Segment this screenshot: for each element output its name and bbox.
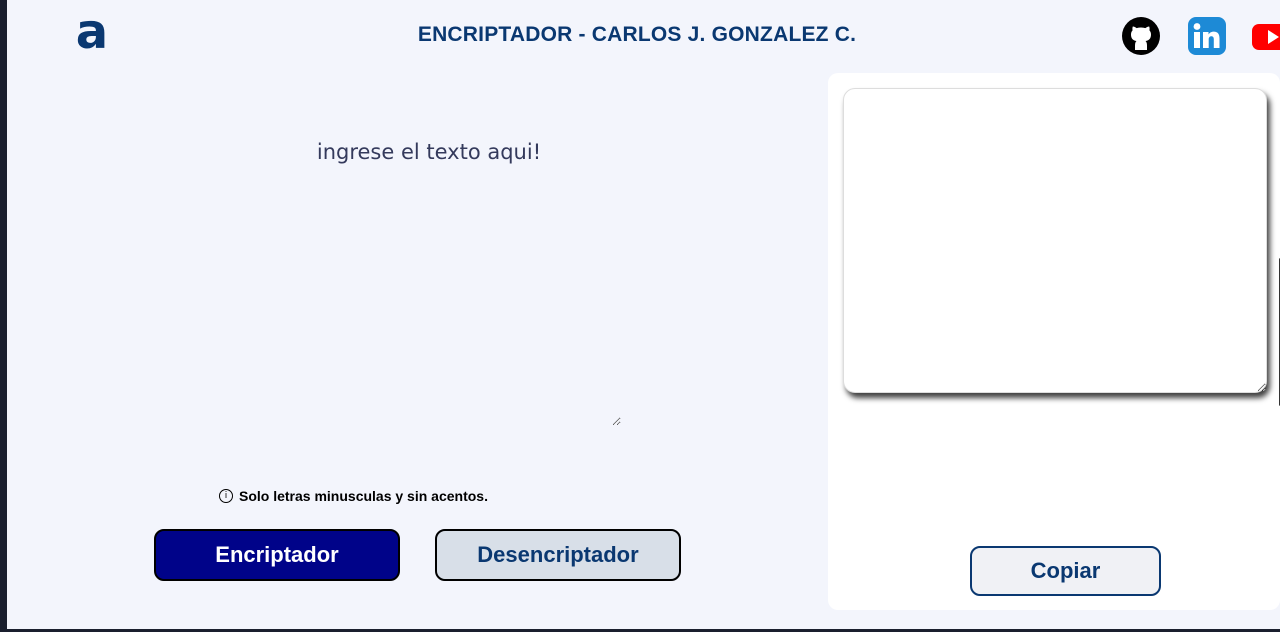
encrypt-button[interactable]: Encriptador bbox=[154, 529, 400, 581]
decrypt-button[interactable]: Desencriptador bbox=[435, 529, 681, 581]
logo[interactable]: a bbox=[68, 4, 116, 60]
github-icon[interactable] bbox=[1121, 16, 1161, 56]
youtube-icon[interactable] bbox=[1252, 16, 1280, 56]
hint-text: Solo letras minusculas y sin acentos. bbox=[239, 488, 488, 504]
page-title: ENCRIPTADOR - CARLOS J. GONZALEZ C. bbox=[417, 23, 857, 46]
hint-message: i Solo letras minusculas y sin acentos. bbox=[219, 488, 488, 504]
page: a ENCRIPTADOR - CARLOS J. GONZALEZ C. i … bbox=[7, 0, 1280, 629]
copy-button[interactable]: Copiar bbox=[970, 546, 1161, 596]
output-area[interactable] bbox=[843, 88, 1267, 393]
result-panel: Copiar bbox=[828, 73, 1280, 610]
info-icon: i bbox=[219, 489, 233, 503]
linkedin-icon[interactable] bbox=[1187, 16, 1227, 56]
text-input[interactable] bbox=[237, 134, 621, 426]
